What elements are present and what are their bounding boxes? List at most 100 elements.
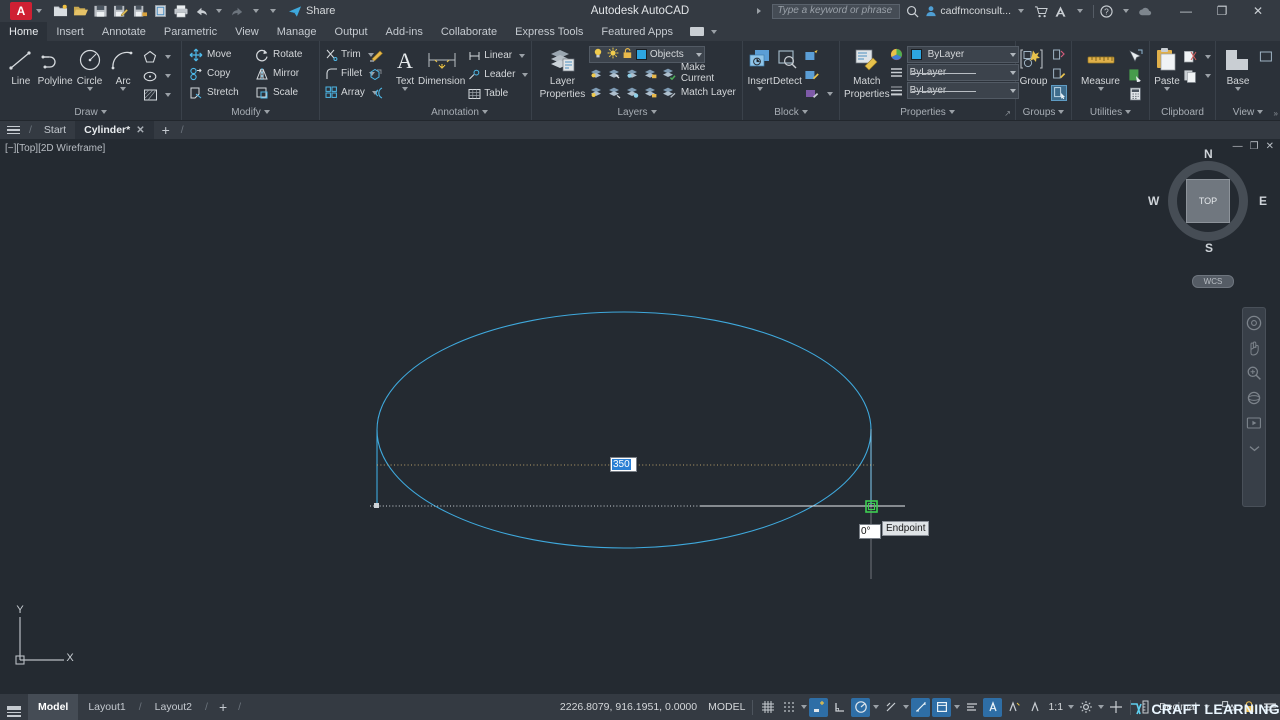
modify-mirror-button[interactable]: Mirror bbox=[252, 64, 314, 83]
wcs-selector[interactable]: WCS bbox=[1192, 275, 1234, 288]
paste-button[interactable]: Paste bbox=[1154, 43, 1180, 91]
modify-rotate-button[interactable]: Rotate bbox=[252, 45, 314, 64]
view-extra-button[interactable] bbox=[1256, 47, 1276, 66]
hardware-acceleration-toggle[interactable] bbox=[1106, 698, 1125, 717]
modify-move-button[interactable]: Move bbox=[186, 45, 252, 64]
draw-line-button[interactable]: Line bbox=[4, 43, 38, 87]
ucs-caret-icon[interactable] bbox=[952, 705, 961, 709]
polar-tracking-toggle[interactable] bbox=[851, 697, 871, 717]
export-icon[interactable] bbox=[132, 3, 149, 20]
search-expand-caret-icon[interactable] bbox=[757, 8, 762, 14]
dynamic-input-distance[interactable]: 350 bbox=[610, 457, 637, 472]
quick-access-customize-caret-icon[interactable] bbox=[270, 9, 276, 13]
group-button[interactable]: Group bbox=[1018, 43, 1049, 87]
print-icon[interactable] bbox=[172, 3, 189, 20]
insert-caret-icon[interactable] bbox=[757, 87, 763, 91]
base-view-button[interactable]: Base bbox=[1220, 43, 1256, 91]
draw-hatch-button[interactable] bbox=[140, 85, 177, 104]
zoom-extents-icon[interactable] bbox=[1245, 364, 1263, 382]
add-layout-button[interactable]: + bbox=[211, 699, 235, 715]
ellipse-caret-icon[interactable] bbox=[165, 73, 171, 78]
layer-properties-button[interactable]: Layer Properties bbox=[536, 43, 589, 100]
block-create-button[interactable] bbox=[802, 46, 839, 65]
quick-calc-select-button[interactable] bbox=[1125, 65, 1145, 84]
ribbon-tab-view[interactable]: View bbox=[226, 22, 268, 41]
layer-lock-layer-icon[interactable] bbox=[643, 65, 659, 81]
layer-combo-caret-icon[interactable] bbox=[695, 52, 702, 57]
snap-mode-toggle[interactable] bbox=[779, 698, 798, 717]
lineweight-combo-caret-icon[interactable] bbox=[1009, 88, 1016, 93]
viewcube-north[interactable]: N bbox=[1204, 147, 1213, 161]
layer-lightbulb-icon[interactable] bbox=[592, 47, 604, 62]
layer-current-combo[interactable]: Objects bbox=[588, 46, 705, 63]
help-menu-caret-icon[interactable] bbox=[1123, 9, 1129, 13]
annotation-scale-toggle[interactable] bbox=[1025, 698, 1044, 717]
layer-states-icon[interactable] bbox=[625, 84, 641, 100]
annotation-panel-title[interactable]: Annotation bbox=[388, 104, 531, 120]
layer-freeze-layer-icon[interactable] bbox=[625, 65, 641, 81]
base-caret-icon[interactable] bbox=[1235, 87, 1241, 91]
show-motion-icon[interactable] bbox=[1245, 414, 1263, 432]
view-dialog-launcher[interactable]: » bbox=[1274, 109, 1278, 118]
file-tab-cylinder[interactable]: Cylinder* ✕ bbox=[75, 121, 154, 139]
redo-icon[interactable] bbox=[229, 3, 246, 20]
quick-select-button[interactable] bbox=[1125, 46, 1145, 65]
measure-button[interactable]: Measure bbox=[1076, 43, 1125, 91]
viewcube-face[interactable]: TOP bbox=[1186, 179, 1230, 223]
layer-thaw-icon[interactable] bbox=[607, 84, 623, 100]
make-current-icon[interactable] bbox=[661, 65, 677, 81]
scale-caret-icon[interactable] bbox=[1066, 705, 1075, 709]
cut-button[interactable] bbox=[1180, 47, 1217, 66]
viewcube[interactable]: TOP N S W E bbox=[1148, 147, 1267, 255]
minimize-button[interactable]: — bbox=[1168, 0, 1204, 22]
layer-off-icon[interactable] bbox=[607, 65, 623, 81]
view-panel-caret-icon[interactable] bbox=[1257, 110, 1264, 114]
properties-panel-caret-icon[interactable] bbox=[948, 110, 955, 114]
groups-panel-title[interactable]: Groups bbox=[1016, 104, 1071, 120]
draw-polyline-button[interactable]: Polyline bbox=[38, 43, 73, 87]
maximize-button[interactable]: ❐ bbox=[1204, 0, 1240, 22]
block-attribute-button[interactable] bbox=[802, 84, 839, 103]
status-tab-layout1[interactable]: Layout1 bbox=[78, 694, 135, 720]
group-edit-button[interactable] bbox=[1049, 64, 1069, 83]
autodesk-a-icon[interactable] bbox=[1054, 5, 1067, 18]
color-wheel-icon[interactable] bbox=[890, 48, 904, 62]
drawing-canvas[interactable]: [−][Top][2D Wireframe] — ❐ ✕ 350 0° Endp… bbox=[0, 139, 1280, 694]
modify-copy-button[interactable]: Copy bbox=[186, 64, 252, 83]
linetype-icon[interactable] bbox=[890, 66, 904, 80]
status-tab-layout2[interactable]: Layout2 bbox=[145, 694, 202, 720]
block-detect-button[interactable]: Detect bbox=[773, 43, 802, 87]
modify-panel-caret-icon[interactable] bbox=[263, 110, 270, 114]
annotation-leader-button[interactable]: Leader bbox=[465, 65, 534, 84]
circle-dropdown-caret-icon[interactable] bbox=[86, 87, 93, 91]
modify-erase-button[interactable] bbox=[366, 45, 386, 64]
ribbon-tab-collaborate[interactable]: Collaborate bbox=[432, 22, 506, 41]
search-icon[interactable] bbox=[906, 5, 919, 18]
layer-freeze-icon[interactable] bbox=[607, 47, 619, 62]
snap-caret-icon[interactable] bbox=[799, 705, 808, 709]
annotation-table-button[interactable]: Table bbox=[465, 84, 534, 103]
search-input[interactable]: Type a keyword or phrase bbox=[772, 3, 901, 19]
annotation-linear-button[interactable]: Linear bbox=[465, 46, 534, 65]
grid-display-toggle[interactable] bbox=[758, 698, 777, 717]
modify-stretch-button[interactable]: Stretch bbox=[186, 83, 252, 102]
ribbon-tab-home[interactable]: Home bbox=[0, 22, 48, 41]
workspace-switch-toggle[interactable] bbox=[1076, 698, 1095, 717]
status-tab-model[interactable]: Model bbox=[28, 694, 79, 720]
layer-unlock-icon[interactable] bbox=[643, 84, 659, 100]
redo-dropdown-caret-icon[interactable] bbox=[253, 9, 259, 13]
calculator-button[interactable] bbox=[1125, 84, 1145, 103]
modify-scale-button[interactable]: Scale bbox=[252, 83, 314, 102]
layers-panel-caret-icon[interactable] bbox=[650, 110, 657, 114]
linear-caret-icon[interactable] bbox=[519, 53, 526, 58]
utilities-panel-caret-icon[interactable] bbox=[1125, 110, 1132, 114]
ribbon-tab-parametric[interactable]: Parametric bbox=[155, 22, 226, 41]
layer-on-icon[interactable] bbox=[589, 84, 605, 100]
polar-caret-icon[interactable] bbox=[871, 705, 880, 709]
annotation-dimension-button[interactable]: Dimension bbox=[418, 43, 465, 87]
ribbon-tab-output[interactable]: Output bbox=[326, 22, 377, 41]
layer-isolate-icon[interactable] bbox=[589, 65, 605, 81]
draw-polygon-button[interactable] bbox=[140, 47, 177, 66]
modify-offset-button[interactable] bbox=[366, 83, 386, 102]
plot-preview-icon[interactable] bbox=[152, 3, 169, 20]
